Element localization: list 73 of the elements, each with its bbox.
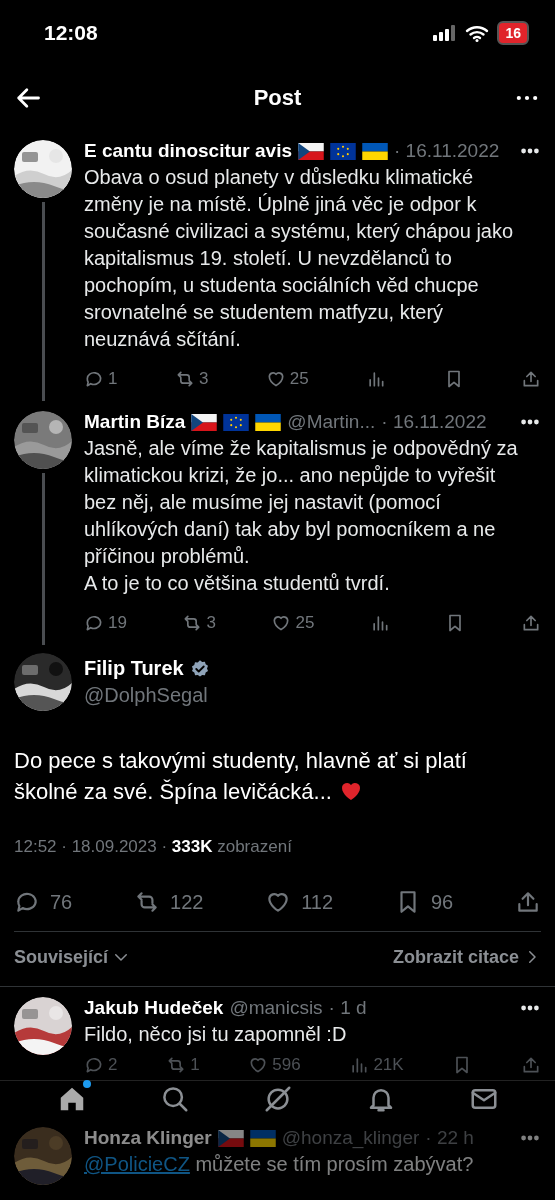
post-meta: 12:52 · 18.09.2023 · 333K zobrazení bbox=[14, 837, 293, 857]
share-icon bbox=[521, 1055, 541, 1075]
page-title: Post bbox=[252, 85, 303, 111]
verified-badge-icon bbox=[189, 658, 210, 679]
author-handle[interactable]: @DolphSegal bbox=[84, 684, 210, 707]
heart-icon bbox=[271, 613, 292, 633]
count: 3 bbox=[198, 369, 209, 389]
flag-icon bbox=[255, 413, 282, 431]
post-text: Fildo, něco jsi tu zapomněl :D bbox=[84, 1022, 348, 1047]
reply-button[interactable]: 76 bbox=[14, 889, 73, 915]
views-button[interactable]: 21K bbox=[349, 1055, 404, 1075]
author-handle[interactable]: @manicsis bbox=[229, 997, 323, 1019]
like-button[interactable]: 25 bbox=[271, 613, 315, 633]
post-date: · 16.11.2022 bbox=[381, 411, 487, 433]
view-quotes-link[interactable]: Zobrazit citace bbox=[392, 946, 541, 968]
flag-icon bbox=[249, 1129, 276, 1147]
repost-button[interactable]: 3 bbox=[174, 369, 209, 389]
count: 112 bbox=[301, 890, 334, 914]
author-name[interactable]: Martin Bíza bbox=[84, 411, 186, 433]
flag-icon bbox=[298, 142, 324, 160]
like-button[interactable]: 596 bbox=[248, 1055, 301, 1075]
count: 25 bbox=[289, 369, 309, 389]
post-text: Jasně, ale víme že kapitalismus je odpovědný za klimatickou krizi, že jo... ano nepůjde to vyřešit bez něj, ale musíme jej nastavit (pomocí uhlíkových daní) tak aby byl pomocníkem a ne příčinou problémů. A to je to co většina studentů tvrdí. bbox=[84, 436, 519, 596]
clock-time: 12:08 bbox=[44, 21, 99, 45]
flag-icon bbox=[223, 413, 250, 431]
repost-button[interactable]: 3 bbox=[182, 613, 216, 633]
count: 96 bbox=[430, 890, 454, 914]
reply-button[interactable]: 19 bbox=[84, 613, 127, 633]
count: 596 bbox=[272, 1055, 301, 1075]
views-icon bbox=[366, 369, 387, 389]
count: 2 bbox=[108, 1055, 118, 1075]
flag-icon bbox=[217, 1129, 244, 1147]
author-handle[interactable]: @Martin... bbox=[287, 411, 376, 433]
post-text: Obava o osud planety v důsledku klimatické změny je na místě. Úplně jiná věc je odpor k současné civilizaci a systému, který chápou jako kapitalismus 19. století. U nevzdělanců to pochopím, u studenta sociálních věd chucpe srovnatelné se studentem matfyzu, který neuznává sčítání. bbox=[84, 165, 515, 352]
author-name[interactable]: Jakub Hudeček bbox=[84, 997, 224, 1019]
flag-icon bbox=[362, 142, 388, 160]
mention-link[interactable]: @PolicieCZ bbox=[84, 1153, 190, 1175]
post-date: · 16.11.2022 bbox=[394, 140, 500, 162]
post-date: · 1 d bbox=[328, 997, 367, 1019]
repost-button[interactable]: 1 bbox=[166, 1055, 200, 1075]
reply-icon bbox=[84, 369, 104, 389]
flag-icon bbox=[191, 413, 218, 431]
related-dropdown[interactable]: Související bbox=[14, 946, 131, 968]
reply-icon bbox=[84, 1055, 104, 1075]
reply-icon bbox=[84, 613, 104, 633]
like-button[interactable]: 25 bbox=[265, 369, 309, 389]
views-button[interactable] bbox=[366, 369, 387, 389]
flag-icon bbox=[330, 142, 356, 160]
wifi-icon bbox=[465, 24, 490, 42]
bookmark-button[interactable]: 96 bbox=[394, 889, 454, 915]
post-text: Do pece s takovými studenty, hlavně ať si platí školné za své. Špína levičácká... bbox=[14, 747, 468, 806]
battery-indicator: 16 bbox=[497, 21, 529, 45]
post-text: @PolicieCZ můžete se tím prosím zabývat? bbox=[84, 1152, 475, 1177]
like-button[interactable]: 112 bbox=[265, 889, 334, 915]
reply-button[interactable]: 1 bbox=[84, 369, 118, 389]
author-name[interactable]: Honza Klinger bbox=[84, 1127, 212, 1149]
count: 1 bbox=[108, 369, 118, 389]
author-name[interactable]: E cantu dinoscitur avis bbox=[84, 140, 292, 162]
share-button[interactable] bbox=[521, 1055, 541, 1075]
reply-button[interactable]: 2 bbox=[84, 1055, 118, 1075]
count: 21K bbox=[373, 1055, 404, 1075]
heart-icon bbox=[248, 1055, 269, 1075]
signal-icon bbox=[431, 24, 458, 42]
post-date: · 22 h bbox=[425, 1127, 474, 1149]
count: 76 bbox=[50, 890, 73, 914]
views-icon bbox=[349, 1055, 370, 1075]
repost-button[interactable]: 122 bbox=[134, 889, 204, 915]
author-name[interactable]: Filip Turek bbox=[84, 657, 184, 680]
count: 3 bbox=[206, 613, 216, 633]
count: 25 bbox=[295, 613, 315, 633]
count: 122 bbox=[170, 890, 204, 914]
count: 1 bbox=[190, 1055, 200, 1075]
count: 19 bbox=[108, 613, 127, 633]
